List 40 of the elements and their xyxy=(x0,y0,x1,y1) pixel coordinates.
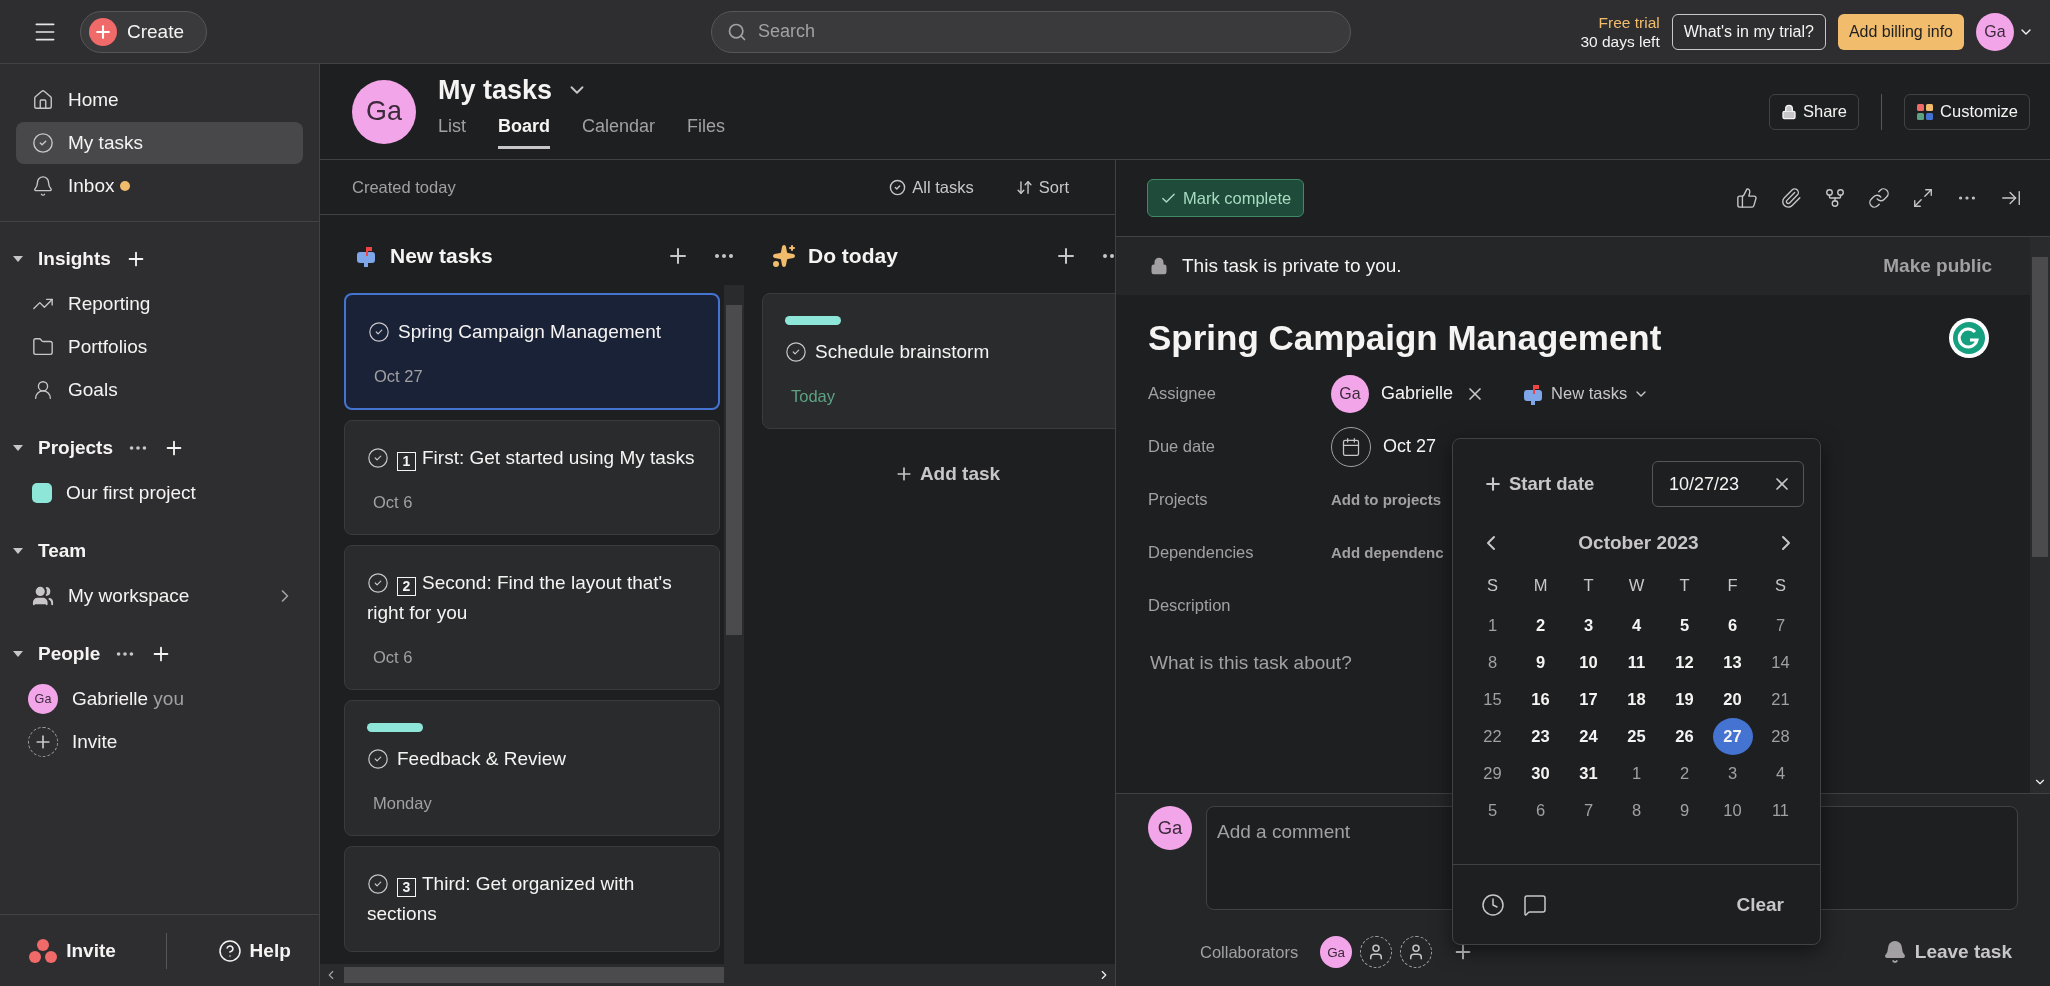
step-number: 1 xyxy=(397,451,416,471)
weekday-label: S xyxy=(1486,574,1499,596)
due-date: Oct 6 xyxy=(372,492,414,512)
due-date: Monday xyxy=(372,793,433,813)
step-number: 3 xyxy=(397,877,416,897)
column-title: New tasks xyxy=(390,244,494,268)
field-label: Description xyxy=(1148,596,1232,615)
task-title: Spring Campaign Management xyxy=(368,317,696,347)
weekday-label: S xyxy=(1774,574,1787,596)
trial-label: Free trial xyxy=(1598,12,1660,32)
avatar: Ga xyxy=(28,683,58,714)
weekday-label: F xyxy=(1726,574,1739,596)
due-date: Today xyxy=(790,386,837,406)
avatar: Ga xyxy=(1331,374,1369,413)
field-label: Dependencies xyxy=(1148,543,1255,562)
avatar: Ga xyxy=(1320,936,1353,968)
trial-days: 30 days left xyxy=(1580,31,1660,51)
due-date: Oct 6 xyxy=(372,647,414,667)
private-note: This task is private to you. xyxy=(1182,255,1403,277)
step-number: 2 xyxy=(397,576,416,596)
task-title: 3 Third: Get organized with sections xyxy=(367,872,636,926)
task-title: 2 Second: Find the layout that's right for you xyxy=(367,571,673,625)
created-note: Created today xyxy=(352,177,457,197)
weekday-label: T xyxy=(1582,574,1595,596)
avatar: Ga xyxy=(352,79,416,144)
collaborators-label: Collaborators xyxy=(1200,942,1299,962)
task-title: Feedback & Review xyxy=(367,744,697,774)
field-label: Due date xyxy=(1148,437,1216,456)
month-label: October 2023 xyxy=(1578,532,1699,554)
column-title: Do today xyxy=(808,244,899,268)
weekday-label: T xyxy=(1678,574,1691,596)
weekday-label: W xyxy=(1627,574,1646,596)
field-label: Projects xyxy=(1148,490,1209,509)
due-date: Oct 27 xyxy=(373,366,424,386)
field-label: Assignee xyxy=(1148,384,1217,403)
weekday-label: M xyxy=(1532,574,1549,596)
avatar: Ga xyxy=(1148,806,1192,850)
task-title: Schedule brainstorm xyxy=(785,337,1109,367)
task-title: 1 First: Get started using My tasks xyxy=(367,443,697,473)
page-title: My tasks xyxy=(438,74,553,106)
